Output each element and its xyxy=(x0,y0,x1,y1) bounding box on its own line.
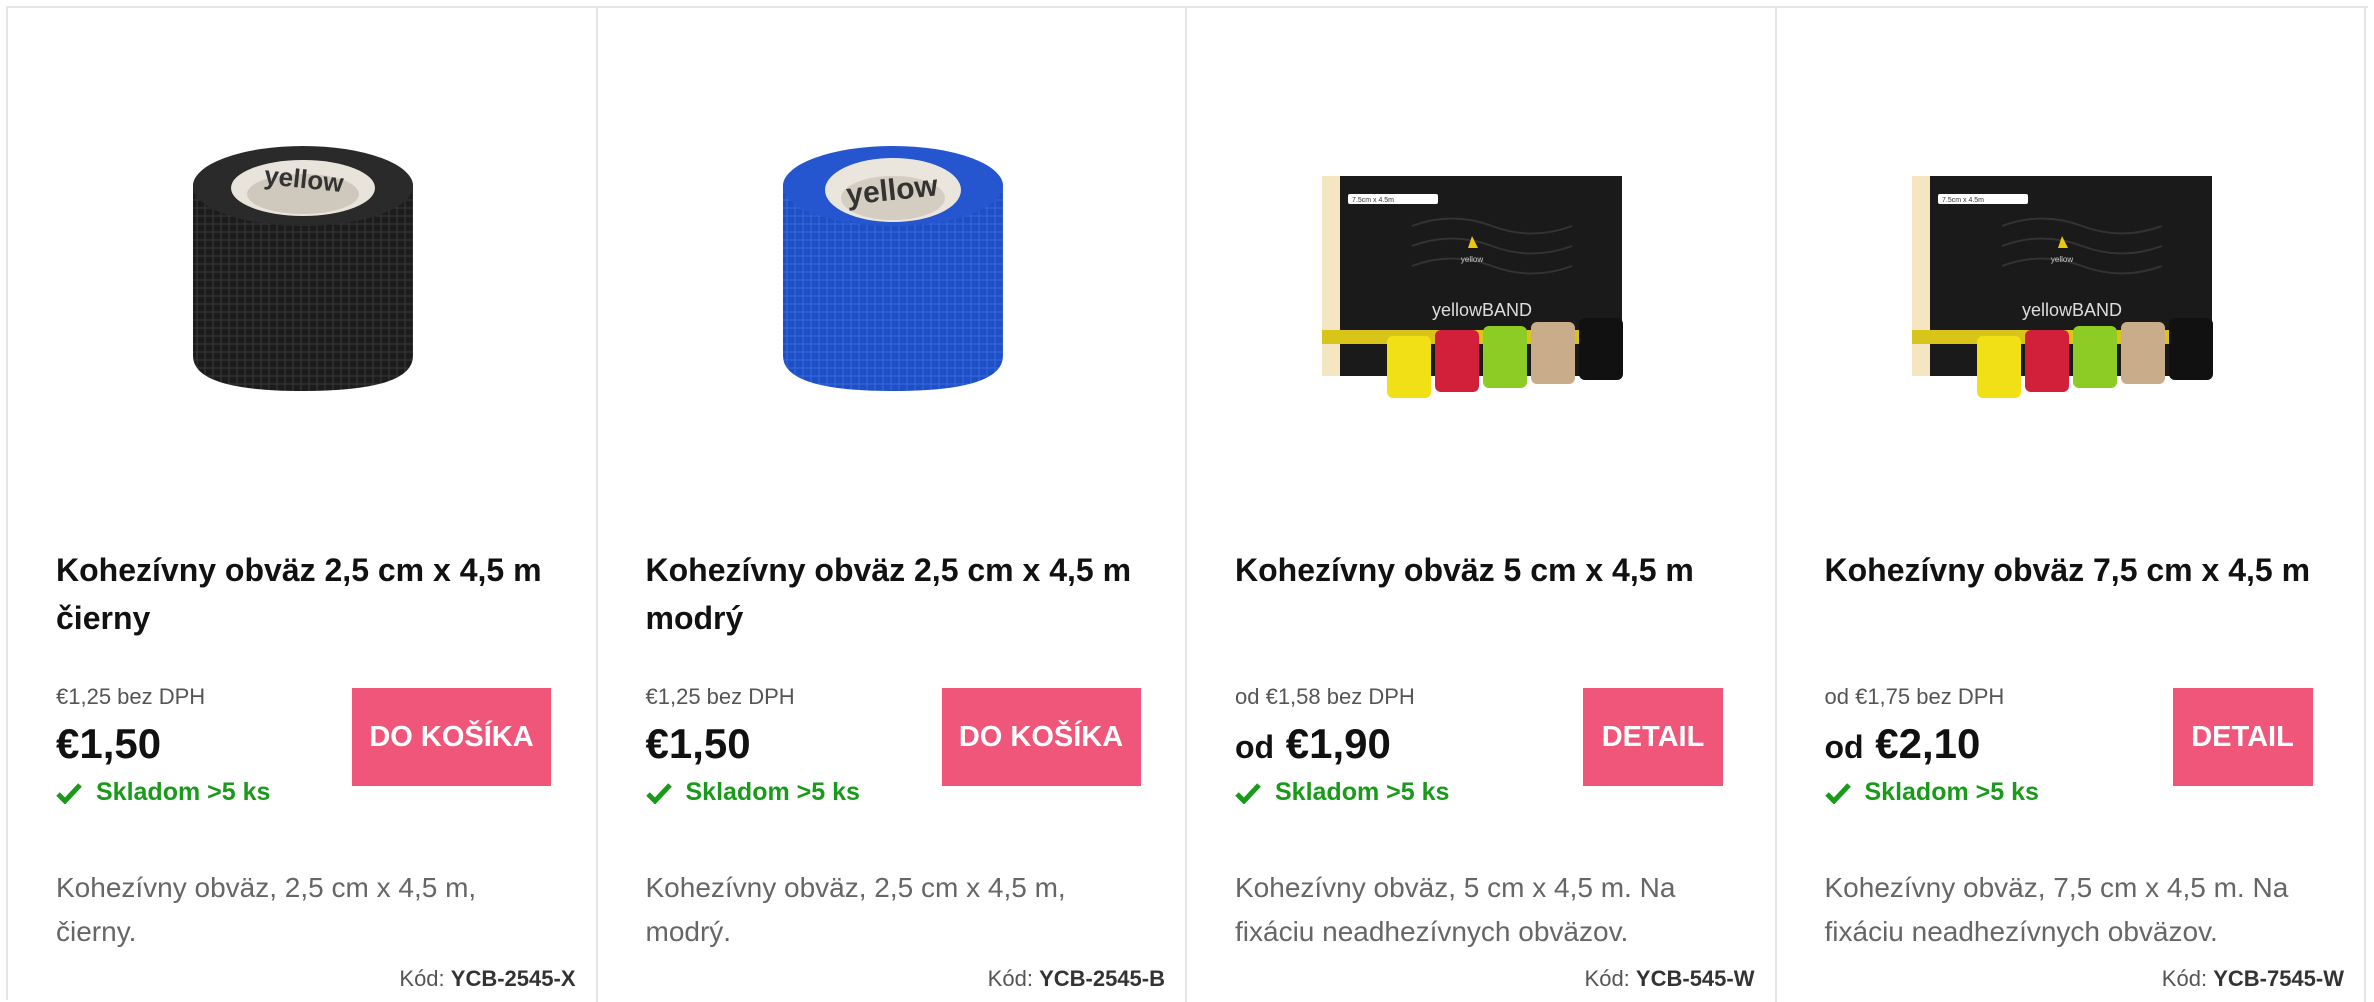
stock-status: Skladom >5 ks xyxy=(645,778,860,807)
price-value: €1,50 xyxy=(56,720,162,767)
svg-text:7.5cm x 4.5m: 7.5cm x 4.5m xyxy=(1352,197,1394,204)
detail-button[interactable]: DETAIL xyxy=(1583,688,1723,786)
product-code: Kód: YCB-545-W xyxy=(1585,966,1755,992)
svg-text:yellow: yellow xyxy=(1461,255,1483,264)
stock-status: Skladom >5 ks xyxy=(1235,778,1449,807)
product-code: Kód: YCB-7545-W xyxy=(2162,966,2344,992)
product-title[interactable]: Kohezívny obväz 2,5 cm x 4,5 m modrý xyxy=(646,546,1156,642)
bandage-box-set-image: 7.5cm x 4.5m yellow yellowBAND xyxy=(1322,176,1623,398)
product-description: Kohezívny obväz, 2,5 cm x 4,5 m, modrý. xyxy=(645,872,1066,947)
price-prefix: od xyxy=(1235,729,1275,765)
price-without-vat: od €1,58 bez DPH xyxy=(1235,684,1415,709)
product-card: 7.5cm x 4.5m yellow yellowBAND Kohezívny… xyxy=(1776,8,2366,1002)
product-title[interactable]: Kohezívny obväz 7,5 cm x 4,5 m xyxy=(1825,546,2335,594)
stock-status: Skladom >5 ks xyxy=(56,778,270,807)
add-to-cart-button[interactable]: DO KOŠÍKA xyxy=(352,688,551,786)
add-to-cart-button[interactable]: DO KOŠÍKA xyxy=(941,688,1141,786)
product-image[interactable]: 7.5cm x 4.5m yellow yellowBAND xyxy=(1877,76,2267,456)
bandage-roll-image: yellow xyxy=(782,146,1003,391)
product-code-label: Kód: xyxy=(399,966,445,991)
price: od €2,10 xyxy=(1825,720,1981,768)
price-without-vat: €1,25 bez DPH xyxy=(56,684,206,709)
product-card: yellow Kohezívny obväz 2,5 cm x 4,5 m či… xyxy=(8,8,598,1002)
product-code-label: Kód: xyxy=(2161,966,2208,991)
bandage-roll-image: yellow xyxy=(193,146,413,391)
stock-label: Skladom >5 ks xyxy=(1864,778,2039,806)
product-description: Kohezívny obväz, 2,5 cm x 4,5 m, čierny. xyxy=(56,872,477,947)
product-code-value: YCB-2545-X xyxy=(450,966,576,991)
price-without-vat: od €1,75 bez DPH xyxy=(1824,684,2005,709)
product-code-value: YCB-7545-W xyxy=(2213,966,2344,991)
svg-text:7.5cm x 4.5m: 7.5cm x 4.5m xyxy=(1942,197,1984,204)
check-icon xyxy=(1824,782,1851,804)
price-value: €1,50 xyxy=(645,720,751,767)
product-title[interactable]: Kohezívny obväz 5 cm x 4,5 m xyxy=(1235,546,1745,594)
product-description: Kohezívny obväz, 5 cm x 4,5 m. Na fixáci… xyxy=(1235,872,1676,947)
product-code: Kód: YCB-2545-X xyxy=(399,966,575,992)
stock-status: Skladom >5 ks xyxy=(1824,778,2039,807)
product-image[interactable]: 7.5cm x 4.5m yellow yellowBAND xyxy=(1287,76,1677,456)
product-code: Kód: YCB-2545-B xyxy=(988,966,1165,992)
product-code-label: Kód: xyxy=(987,966,1033,991)
stock-label: Skladom >5 ks xyxy=(96,778,271,806)
svg-text:yellow: yellow xyxy=(2050,255,2072,264)
product-grid: yellow Kohezívny obväz 2,5 cm x 4,5 m či… xyxy=(6,6,2368,1002)
product-card: yellow Kohezívny obväz 2,5 cm x 4,5 m mo… xyxy=(597,8,1187,1002)
price: €1,50 xyxy=(646,720,751,768)
product-code-value: YCB-2545-B xyxy=(1039,966,1165,991)
product-code-value: YCB-545-W xyxy=(1635,966,1755,991)
check-icon xyxy=(645,782,672,804)
price: od €1,90 xyxy=(1235,720,1391,768)
product-image[interactable]: yellow xyxy=(698,76,1088,456)
svg-text:yellowBAND: yellowBAND xyxy=(1432,300,1532,320)
price-prefix: od xyxy=(1824,729,1864,765)
price-without-vat: €1,25 bez DPH xyxy=(645,684,795,709)
price-value: €1,90 xyxy=(1285,720,1391,767)
product-image[interactable]: yellow xyxy=(108,76,498,456)
product-title[interactable]: Kohezívny obväz 2,5 cm x 4,5 m čierny xyxy=(56,546,566,642)
price-value: €2,10 xyxy=(1875,720,1981,767)
stock-label: Skladom >5 ks xyxy=(1275,778,1450,806)
product-code-label: Kód: xyxy=(1584,966,1630,991)
price: €1,50 xyxy=(56,720,161,768)
product-description: Kohezívny obväz, 7,5 cm x 4,5 m. Na fixá… xyxy=(1824,872,2289,947)
detail-button[interactable]: DETAIL xyxy=(2172,688,2313,786)
bandage-box-set-image: 7.5cm x 4.5m yellow yellowBAND xyxy=(1911,176,2213,398)
check-icon xyxy=(56,782,82,804)
svg-text:yellowBAND: yellowBAND xyxy=(2021,300,2121,320)
check-icon xyxy=(1235,782,1261,804)
stock-label: Skladom >5 ks xyxy=(685,778,860,806)
product-card: 7.5cm x 4.5m yellow yellowBAND Kohezívny… xyxy=(1187,8,1777,1002)
